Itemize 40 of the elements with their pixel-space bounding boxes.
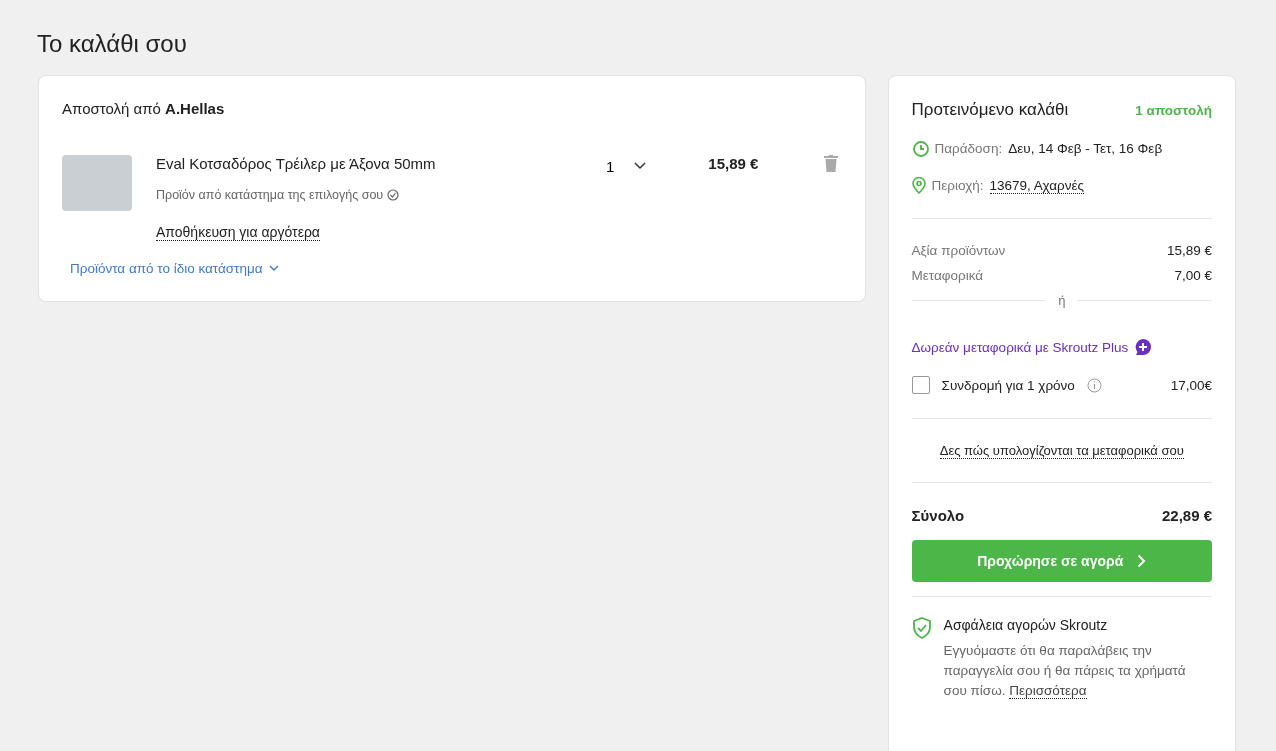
subscription-checkbox[interactable]	[911, 376, 930, 394]
subscription-price: 17,00€	[1170, 377, 1212, 393]
shipment-count: 1 αποστολή	[1135, 102, 1212, 118]
clock-icon	[911, 140, 929, 157]
product-price: 15,89 €	[707, 155, 759, 174]
check-circle-icon	[387, 189, 400, 201]
photo-placeholder	[62, 155, 132, 211]
more-link[interactable]: Περισσότερα	[1009, 683, 1087, 699]
plus-badge-icon	[1134, 338, 1153, 356]
product-name[interactable]: Eval Κοτσαδόρος Τρέιλερ με Άξονα 50mm	[156, 155, 596, 172]
page-title: Το καλάθι σου	[37, 30, 188, 58]
cost-label: Αξία προϊόντων	[911, 243, 1006, 258]
subscription-label: Συνδρομή για 1 χρόνο	[941, 377, 1075, 393]
chevron-down-icon	[268, 265, 279, 272]
trash-icon[interactable]	[824, 155, 839, 172]
total-value: 22,89 €	[1161, 507, 1212, 524]
or-separator: ή	[1058, 293, 1066, 308]
area-label: Περιοχή:	[931, 178, 984, 193]
skroutz-plus-link[interactable]: Δωρεάν μεταφορικά με Skroutz Plus	[911, 338, 1212, 356]
total-label: Σύνολο	[911, 507, 965, 524]
delivery-dates: Δευ, 14 Φεβ - Τετ, 16 Φεβ	[1008, 141, 1163, 156]
info-icon[interactable]	[1086, 377, 1102, 393]
quantity-select[interactable]: 1	[606, 155, 647, 177]
save-for-later-link[interactable]: Αποθήκευση για αργότερα	[156, 224, 320, 241]
guarantee-text: Εγγυόμαστε ότι θα παραλάβεις την παραγγελία σου ή θα πάρεις τα χρήματά σου πίσω. Περισσότερα	[943, 642, 1187, 701]
cost-label: Μεταφορικά	[911, 268, 984, 283]
chevron-right-icon	[1137, 554, 1147, 568]
delivery-label: Παράδοση:	[934, 141, 1003, 156]
summary-title: Προτεινόμενο καλάθι	[911, 100, 1069, 120]
shipping-cost-link[interactable]: Δες πώς υπολογίζονται τα μεταφορικά σου	[939, 443, 1184, 459]
guarantee-title: Ασφάλεια αγορών Skroutz	[943, 617, 1109, 633]
shield-check-icon	[911, 617, 932, 639]
same-shop-link[interactable]: Προϊόντα από το ίδιο κατάστημα	[70, 261, 279, 276]
cost-value: 15,89 €	[1166, 243, 1212, 258]
shipment-heading: Αποστολή από A.Hellas	[62, 100, 226, 117]
location-pin-icon	[911, 177, 926, 194]
product-note: Προϊόν από κατάστημα της επιλογής σου	[156, 188, 384, 202]
chevron-down-icon	[634, 162, 647, 170]
cost-value: 7,00 €	[1174, 268, 1212, 283]
area-link[interactable]: 13679, Αχαρνές	[989, 177, 1085, 194]
